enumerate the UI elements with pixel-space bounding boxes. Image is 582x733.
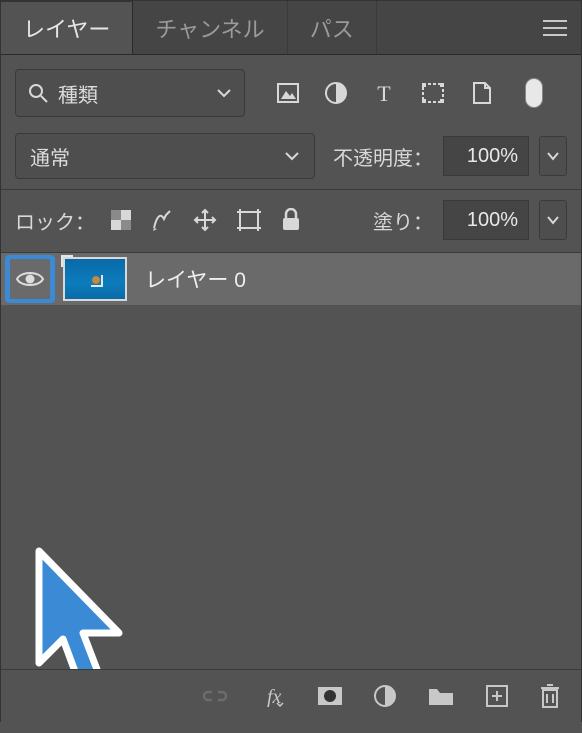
eye-icon bbox=[15, 269, 45, 289]
link-layers-icon[interactable] bbox=[201, 688, 229, 704]
lock-artboard-icon[interactable] bbox=[237, 209, 261, 231]
fill-label: 塗り： bbox=[373, 206, 433, 235]
blend-mode-label: 通常 bbox=[30, 142, 70, 171]
lock-image-icon[interactable] bbox=[151, 209, 173, 231]
lock-all-icon[interactable] bbox=[281, 208, 301, 232]
opacity-stepper[interactable] bbox=[539, 136, 567, 176]
fill-input[interactable]: 100% bbox=[443, 200, 529, 240]
opacity-label: 不透明度： bbox=[333, 142, 433, 171]
filter-pixel-icon[interactable] bbox=[277, 83, 299, 103]
chevron-down-icon bbox=[216, 88, 232, 98]
fill-stepper[interactable] bbox=[539, 200, 567, 240]
layer-visibility-toggle[interactable] bbox=[10, 259, 50, 299]
svg-text:T: T bbox=[377, 82, 391, 104]
panel-footer: fx bbox=[1, 669, 581, 721]
search-icon bbox=[28, 83, 48, 103]
filter-adjustment-icon[interactable] bbox=[325, 82, 347, 104]
filter-type-dropdown[interactable]: 種類 bbox=[15, 69, 245, 117]
panel-menu-button[interactable] bbox=[543, 1, 567, 54]
adjustment-layer-icon[interactable] bbox=[373, 684, 397, 708]
lock-label: ロック： bbox=[15, 206, 95, 235]
visibility-highlight bbox=[5, 255, 55, 303]
filter-row: 種類 T bbox=[1, 55, 581, 127]
tab-layers[interactable]: レイヤー bbox=[1, 1, 133, 54]
new-layer-icon[interactable] bbox=[485, 684, 509, 708]
lock-position-icon[interactable] bbox=[193, 208, 217, 232]
lock-row: ロック： 塗り： 100% bbox=[1, 190, 581, 253]
blend-mode-dropdown[interactable]: 通常 bbox=[15, 133, 315, 179]
filter-smartobject-icon[interactable] bbox=[471, 81, 493, 105]
filter-type-text-icon[interactable]: T bbox=[373, 82, 395, 104]
new-group-icon[interactable] bbox=[427, 685, 455, 707]
layer-row[interactable]: レイヤー 0 bbox=[1, 253, 581, 305]
filter-shape-icon[interactable] bbox=[421, 82, 445, 104]
layers-list: レイヤー 0 bbox=[1, 253, 581, 733]
blend-row: 通常 不透明度： 100% bbox=[1, 127, 581, 190]
filter-type-label: 種類 bbox=[58, 79, 98, 108]
svg-text:fx: fx bbox=[267, 686, 282, 707]
layer-style-icon[interactable]: fx bbox=[259, 685, 287, 707]
layer-thumbnail[interactable] bbox=[59, 255, 131, 303]
opacity-input[interactable]: 100% bbox=[443, 136, 529, 176]
filter-toggle-switch[interactable] bbox=[525, 78, 543, 108]
delete-layer-icon[interactable] bbox=[539, 683, 561, 709]
lock-transparency-icon[interactable] bbox=[111, 210, 131, 230]
tab-paths[interactable]: パス bbox=[288, 1, 377, 54]
panel-tabs: レイヤー チャンネル パス bbox=[1, 1, 581, 55]
layer-name[interactable]: レイヤー 0 bbox=[145, 264, 246, 294]
chevron-down-icon bbox=[284, 151, 300, 161]
layer-mask-icon[interactable] bbox=[317, 686, 343, 706]
tab-channels[interactable]: チャンネル bbox=[133, 1, 287, 54]
